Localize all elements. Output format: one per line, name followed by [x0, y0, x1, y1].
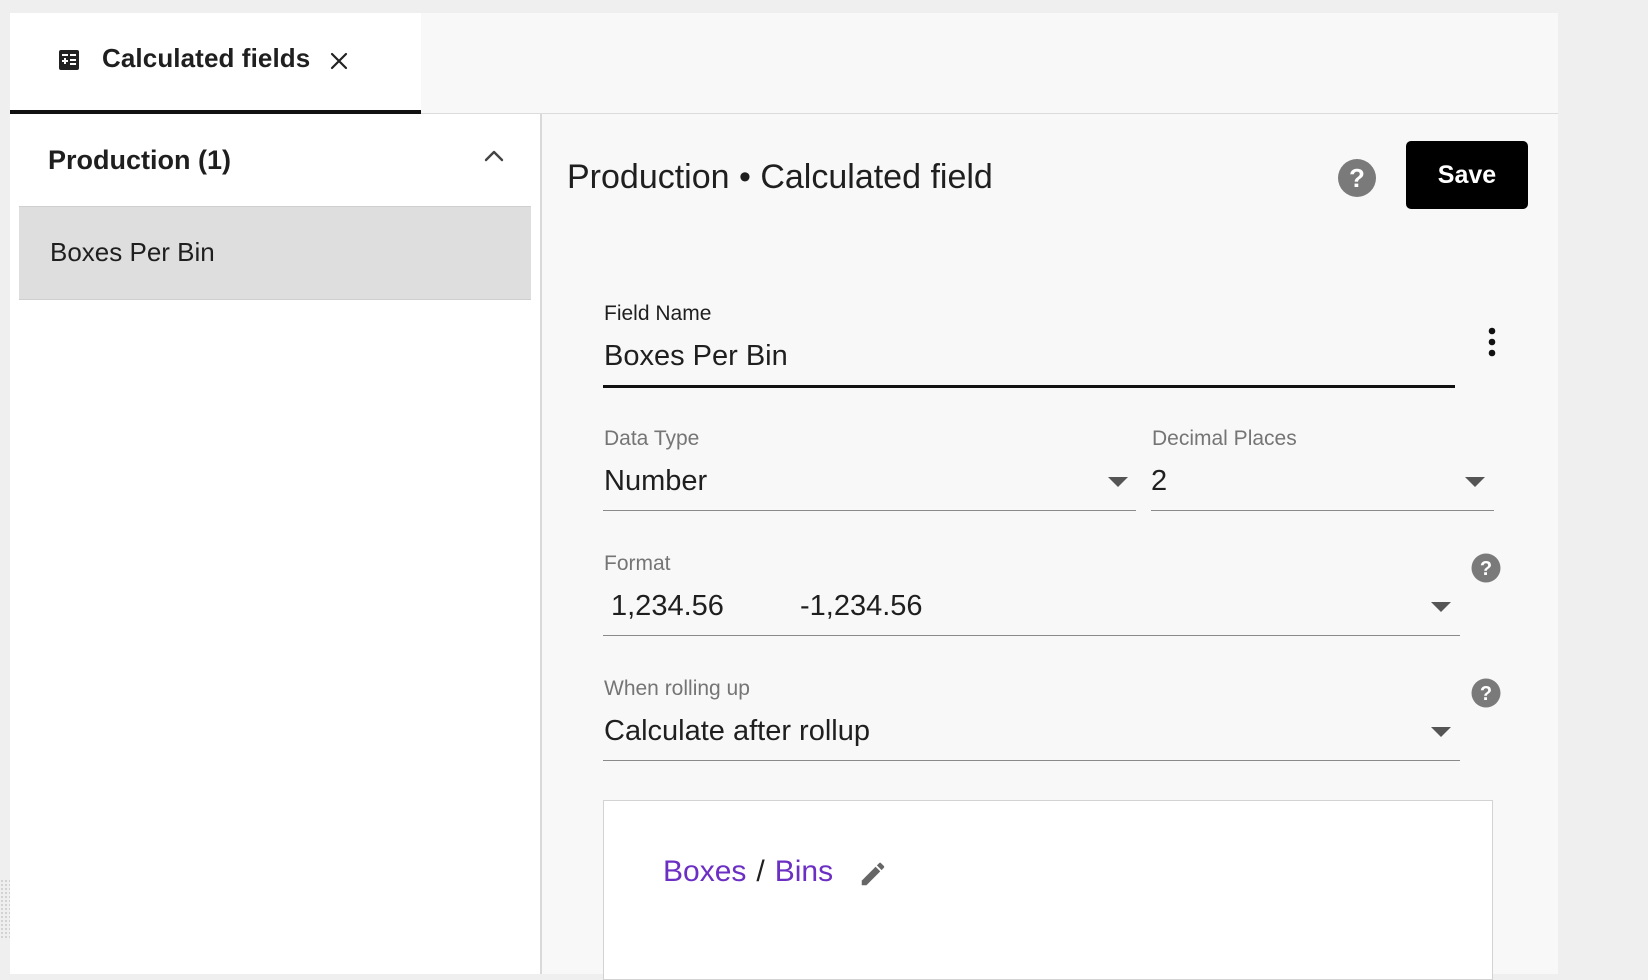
group-header-production[interactable]: Production (1): [10, 114, 540, 206]
caret-down-icon: [1431, 602, 1451, 612]
tab-calculated-fields[interactable]: Calculated fields: [10, 13, 421, 114]
format-label: Format: [604, 552, 671, 575]
help-icon[interactable]: ?: [1337, 158, 1377, 198]
tab-bar: Calculated fields: [10, 13, 1558, 114]
caret-down-icon: [1431, 727, 1451, 737]
caret-down-icon: [1465, 477, 1485, 487]
help-icon[interactable]: ?: [1471, 678, 1501, 708]
field-name-label: Field Name: [604, 302, 712, 325]
formula-editor[interactable]: Boxes / Bins: [603, 800, 1493, 980]
decimal-places-select[interactable]: 2: [1151, 457, 1494, 511]
formula-token-bins[interactable]: Bins: [775, 855, 833, 888]
formula-operator: /: [756, 855, 765, 888]
formula-expression: Boxes / Bins: [663, 855, 833, 889]
data-type-label: Data Type: [604, 427, 700, 450]
close-icon[interactable]: [328, 50, 350, 72]
field-name-input[interactable]: [603, 336, 1455, 388]
svg-text:?: ?: [1480, 683, 1492, 705]
pencil-icon[interactable]: [858, 859, 888, 889]
data-type-select[interactable]: Number: [603, 457, 1136, 511]
formula-token-boxes[interactable]: Boxes: [663, 855, 746, 888]
save-button[interactable]: Save: [1406, 141, 1528, 209]
caret-down-icon: [1108, 477, 1128, 487]
format-select[interactable]: 1,234.56 -1,234.56: [603, 582, 1460, 636]
format-negative-example: -1,234.56: [800, 590, 923, 622]
svg-text:?: ?: [1349, 163, 1365, 193]
rollup-value: Calculate after rollup: [604, 715, 870, 747]
calculated-fields-window: Calculated fields Production (1) Boxes P…: [0, 13, 1558, 980]
tab-label: Calculated fields: [102, 43, 311, 73]
help-icon[interactable]: ?: [1471, 553, 1501, 583]
decimal-places-value: 2: [1151, 465, 1168, 497]
format-positive-example: 1,234.56: [611, 590, 724, 622]
more-options-icon[interactable]: [1482, 326, 1502, 358]
field-list-panel: Production (1) Boxes Per Bin: [0, 114, 542, 974]
group-title: Production (1): [48, 145, 231, 175]
list-item-boxes-per-bin[interactable]: Boxes Per Bin: [19, 206, 531, 300]
calculator-icon: [59, 50, 79, 70]
data-type-value: Number: [604, 465, 708, 497]
resize-handle[interactable]: [0, 879, 10, 939]
decimal-places-label: Decimal Places: [1152, 427, 1297, 450]
list-item-label: Boxes Per Bin: [50, 237, 215, 267]
svg-text:?: ?: [1480, 558, 1492, 580]
rollup-select[interactable]: Calculate after rollup: [603, 707, 1460, 761]
field-editor-panel: Production • Calculated field ? Save Fie…: [542, 114, 1558, 980]
page-title: Production • Calculated field: [567, 158, 993, 196]
rollup-label: When rolling up: [604, 677, 750, 700]
chevron-up-icon[interactable]: [482, 144, 506, 168]
